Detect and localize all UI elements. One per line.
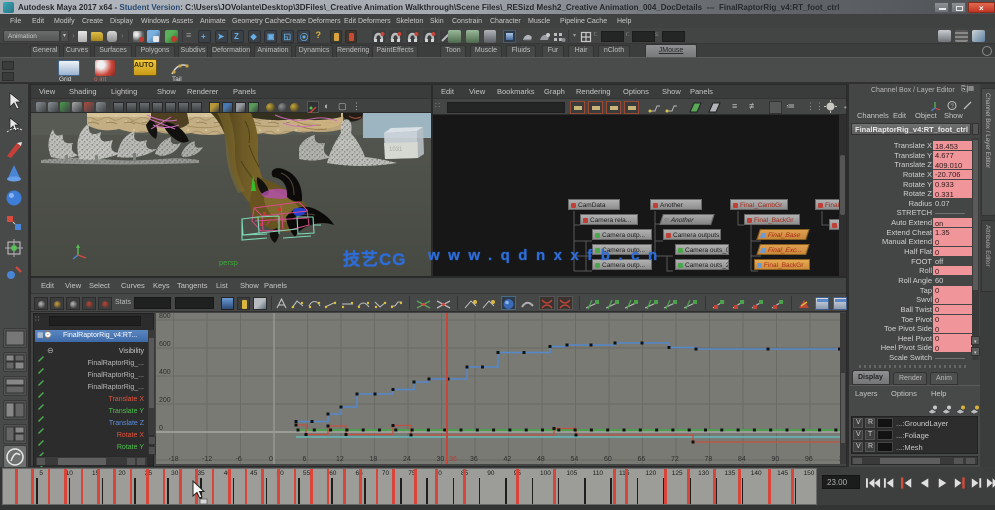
svg-text:persp: persp (219, 258, 238, 267)
svg-text:30: 30 (437, 456, 445, 463)
svg-text:18: 18 (370, 456, 378, 463)
svg-text:96: 96 (805, 456, 813, 463)
svg-text:-12: -12 (202, 456, 212, 463)
svg-text:78: 78 (705, 456, 713, 463)
svg-text:90: 90 (772, 456, 780, 463)
svg-text:1031: 1031 (389, 147, 403, 153)
svg-text:200: 200 (159, 397, 171, 404)
svg-text:-18: -18 (169, 456, 179, 463)
svg-text:6: 6 (303, 456, 307, 463)
svg-text:48: 48 (537, 456, 545, 463)
svg-text:66: 66 (638, 456, 646, 463)
svg-text:600: 600 (159, 341, 171, 348)
svg-text:36: 36 (449, 456, 457, 463)
svg-text:-6: -6 (236, 456, 242, 463)
svg-text:54: 54 (571, 456, 579, 463)
svg-text:24: 24 (403, 456, 411, 463)
svg-text:72: 72 (671, 456, 679, 463)
svg-text:36: 36 (470, 456, 478, 463)
svg-text:60: 60 (604, 456, 612, 463)
svg-text:84: 84 (738, 456, 746, 463)
svg-text:400: 400 (159, 369, 171, 376)
svg-text:800: 800 (159, 313, 171, 320)
svg-text:0: 0 (269, 456, 273, 463)
svg-text:42: 42 (504, 456, 512, 463)
svg-text:0: 0 (159, 425, 163, 432)
svg-text:12: 12 (336, 456, 344, 463)
